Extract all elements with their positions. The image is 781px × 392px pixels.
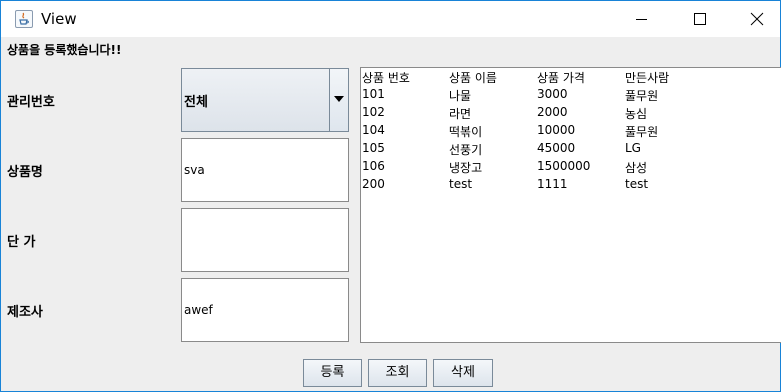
- cell-name: 나물: [449, 89, 472, 103]
- delete-button[interactable]: 삭제: [433, 359, 493, 387]
- java-cup-icon[interactable]: [15, 10, 33, 28]
- cell-price: 3000: [537, 87, 568, 101]
- list-row[interactable]: 101 나물 3000 풀무원: [361, 86, 781, 104]
- list-row[interactable]: 102 라면 2000 농심: [361, 104, 781, 122]
- cell-price: 2000: [537, 105, 568, 119]
- app-window: View 상품을 등록했습니다!! 관리번호 상품명 단 가 제조사 전체 sv…: [0, 0, 781, 392]
- id-select-value: 전체: [184, 95, 208, 110]
- close-button[interactable]: [729, 1, 781, 37]
- price-label: 단 가: [7, 235, 36, 250]
- maker-field-value: awef: [184, 303, 213, 317]
- maker-field[interactable]: awef: [181, 278, 349, 342]
- header-product-id: 상품 번호: [362, 71, 410, 85]
- cell-name: 라면: [449, 107, 472, 121]
- cell-maker: LG: [625, 141, 641, 155]
- dropdown-arrow-button[interactable]: [329, 69, 348, 131]
- window-title: View: [41, 10, 77, 28]
- cell-price: 1500000: [537, 159, 591, 173]
- cell-name: test: [449, 177, 473, 191]
- cell-id: 105: [362, 141, 385, 155]
- minimize-icon: [636, 19, 647, 20]
- list-header-row: 상품 번호 상품 이름 상품 가격 만든사람: [361, 68, 781, 86]
- cell-name: 냉장고: [449, 161, 483, 175]
- name-field[interactable]: sva: [181, 138, 349, 202]
- status-message: 상품을 등록했습니다!!: [7, 43, 122, 57]
- cell-id: 200: [362, 177, 385, 191]
- title-bar[interactable]: View: [1, 1, 780, 37]
- name-label: 상품명: [7, 165, 43, 180]
- maximize-icon: [694, 13, 706, 25]
- name-field-value: sva: [184, 163, 205, 177]
- cell-name: 선풍기: [449, 143, 483, 157]
- id-select[interactable]: 전체: [181, 68, 349, 132]
- chevron-down-icon: [334, 96, 344, 102]
- cell-maker: 삼성: [625, 161, 648, 175]
- cell-id: 101: [362, 87, 385, 101]
- search-button[interactable]: 조회: [368, 359, 427, 387]
- cell-maker: 풀무원: [625, 89, 659, 103]
- header-product-name: 상품 이름: [449, 71, 497, 85]
- cell-id: 106: [362, 159, 385, 173]
- price-field[interactable]: [181, 208, 349, 272]
- id-label: 관리번호: [7, 95, 55, 110]
- list-row[interactable]: 105 선풍기 45000 LG: [361, 140, 781, 158]
- cell-maker: 농심: [625, 107, 648, 121]
- cell-id: 102: [362, 105, 385, 119]
- cell-maker: 풀무원: [625, 125, 659, 139]
- cell-price: 1111: [537, 177, 568, 191]
- cell-id: 104: [362, 123, 385, 137]
- cell-price: 45000: [537, 141, 576, 155]
- header-maker: 만든사람: [625, 71, 670, 85]
- close-icon: [750, 12, 764, 26]
- minimize-button[interactable]: [614, 1, 670, 37]
- product-list[interactable]: 상품 번호 상품 이름 상품 가격 만든사람 101 나물 3000 풀무원 1…: [360, 67, 781, 343]
- cell-price: 10000: [537, 123, 576, 137]
- list-row[interactable]: 200 test 1111 test: [361, 176, 781, 194]
- list-row[interactable]: 104 떡볶이 10000 풀무원: [361, 122, 781, 140]
- cell-name: 떡볶이: [449, 125, 483, 139]
- maker-label: 제조사: [7, 305, 43, 320]
- register-button[interactable]: 등록: [303, 359, 362, 387]
- maximize-button[interactable]: [672, 1, 728, 37]
- cell-maker: test: [625, 177, 649, 191]
- header-product-price: 상품 가격: [537, 71, 585, 85]
- list-row[interactable]: 106 냉장고 1500000 삼성: [361, 158, 781, 176]
